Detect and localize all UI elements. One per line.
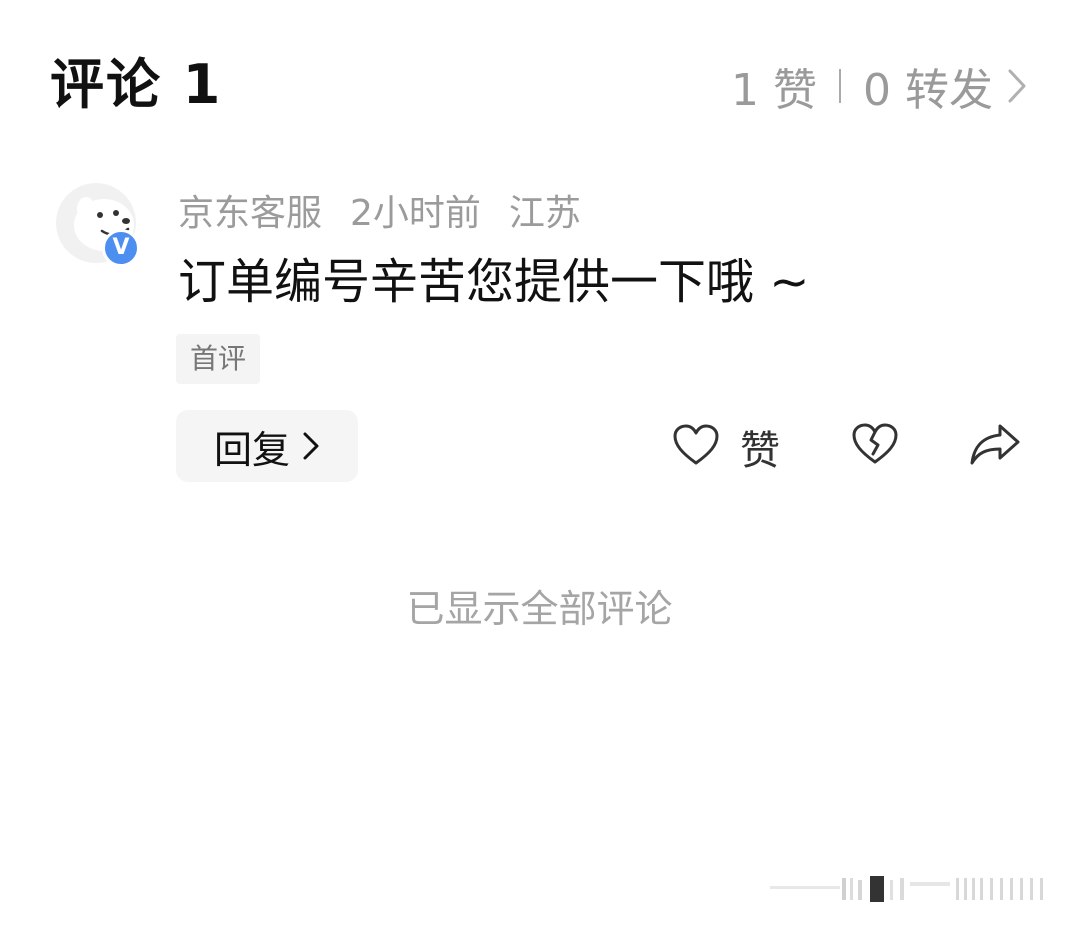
dislike-button[interactable]	[850, 420, 900, 470]
reply-button[interactable]: 回复	[176, 410, 358, 482]
heart-outline-icon	[672, 423, 720, 471]
like-label: 赞	[740, 428, 780, 474]
chevron-right-icon	[302, 431, 320, 461]
author-name[interactable]: 京东客服	[178, 184, 322, 236]
comment-location: 江苏	[508, 193, 581, 234]
comment-time: 2小时前	[350, 193, 481, 234]
like-button[interactable]: 赞	[672, 418, 780, 476]
share-button[interactable]	[968, 420, 1022, 472]
end-of-comments-text: 已显示全部评论	[406, 587, 673, 631]
reply-label: 回复	[213, 427, 290, 472]
stats-divider	[839, 69, 842, 103]
watermark-image	[770, 874, 1060, 904]
chevron-right-icon	[1007, 68, 1027, 104]
post-stats[interactable]: 1 赞 0 转发	[731, 56, 1027, 116]
reposts-count: 0 转发	[863, 65, 993, 116]
likes-count: 1 赞	[731, 65, 818, 116]
share-arrow-icon	[968, 424, 1022, 472]
verified-badge-icon: V	[102, 229, 140, 267]
broken-heart-icon	[850, 423, 900, 470]
avatar[interactable]: V	[56, 183, 140, 267]
comment-meta: 京东客服 2小时前 江苏	[178, 184, 609, 236]
comment-text: 订单编号辛苦您提供一下哦 ~	[178, 254, 810, 310]
comments-title: 评论 1	[50, 53, 223, 116]
first-comment-tag: 首评	[176, 334, 261, 384]
